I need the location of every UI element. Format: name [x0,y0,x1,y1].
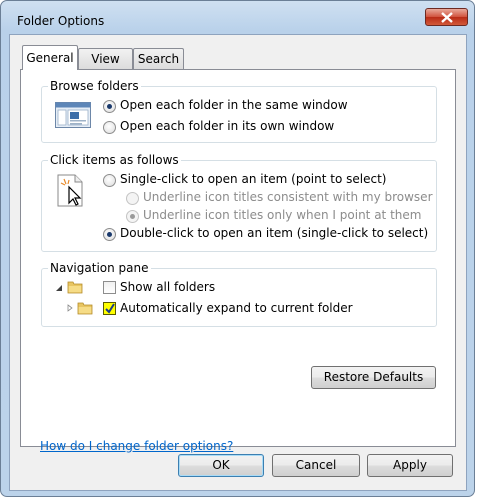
apply-label: Apply [393,458,427,472]
ok-label: OK [212,458,230,472]
help-link[interactable]: How do I change folder options? [40,439,233,453]
show-all-folders-checkbox[interactable] [103,281,116,294]
general-tab-panel: Browse folders Open each folder in the s… [20,69,456,453]
show-all-folders-label[interactable]: Show all folders [120,280,215,294]
cancel-label: Cancel [295,458,337,472]
same-window-label[interactable]: Open each folder in the same window [120,98,348,112]
tab-general[interactable]: General [22,45,78,70]
restore-defaults-label: Restore Defaults [323,370,424,384]
double-click-label[interactable]: Double-click to open an item (single-cli… [120,226,428,240]
close-icon [441,12,453,23]
cursor-click-icon [57,174,83,207]
tab-general-label: General [26,51,74,65]
browse-folders-heading: Browse folders [48,79,141,93]
checkmark-icon [105,303,115,314]
radio-same-window[interactable] [103,100,116,113]
apply-button[interactable]: Apply [367,454,453,477]
folder-icon [67,281,83,294]
click-items-group: Click items as follows Single-click to o… [41,153,437,252]
tab-view-label: View [91,52,120,66]
radio-double-click[interactable] [103,228,116,241]
radio-single-click[interactable] [103,174,116,187]
own-window-label[interactable]: Open each folder in its own window [120,119,334,133]
cancel-button[interactable]: Cancel [272,454,360,477]
navigation-pane-heading: Navigation pane [48,261,151,275]
tab-view[interactable]: View [78,48,133,69]
title-bar[interactable]: Folder Options [1,1,474,31]
dialog-client-area: General View Search Browse folders Open … [9,34,467,491]
folder-icon [77,302,93,315]
close-button[interactable] [425,8,468,26]
tab-search-label: Search [137,52,180,66]
click-items-heading: Click items as follows [48,153,181,167]
tab-search[interactable]: Search [133,48,184,69]
navigation-pane-group: Navigation pane Show all folders Automat… [41,261,437,327]
expand-arrow-icon [67,304,73,312]
underline-consistent-label[interactable]: Underline icon titles consistent with my… [143,190,433,204]
browse-folders-group: Browse folders Open each folder in the s… [41,79,437,143]
auto-expand-checkbox[interactable] [103,302,116,315]
radio-underline-consistent[interactable] [126,192,139,205]
single-click-label[interactable]: Single-click to open an item (point to s… [120,172,386,186]
radio-own-window[interactable] [103,121,116,134]
auto-expand-label[interactable]: Automatically expand to current folder [120,301,353,315]
restore-defaults-button[interactable]: Restore Defaults [311,366,436,389]
folder-options-window: Folder Options General View Search Brows… [0,0,475,497]
window-title: Folder Options [17,14,105,28]
ok-button[interactable]: OK [178,454,264,477]
expand-arrow-icon [56,285,62,291]
underline-point-label[interactable]: Underline icon titles only when I point … [143,208,421,222]
radio-underline-point[interactable] [126,210,139,223]
window-icon [55,102,91,128]
